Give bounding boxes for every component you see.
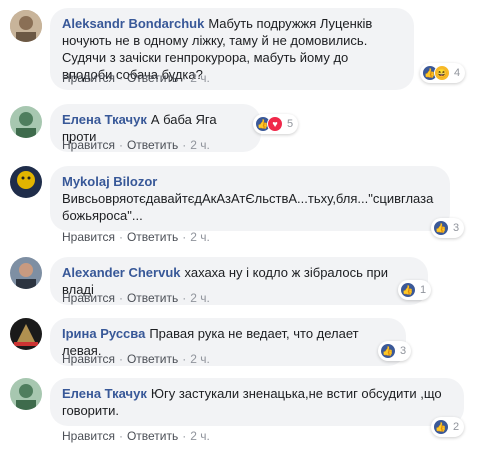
like-icon: 👍 [433,419,449,435]
separator: · [182,291,187,305]
like-link[interactable]: Нравится [62,138,115,152]
avatar[interactable] [10,378,42,410]
reactions-badge[interactable]: 👍 😆 4 [420,63,466,83]
like-link[interactable]: Нравится [62,352,115,366]
like-link[interactable]: Нравится [62,429,115,443]
reply-link[interactable]: Ответить [127,291,178,305]
timestamp[interactable]: 2 ч. [190,429,210,443]
separator: · [118,71,123,85]
reactions-badge[interactable]: 👍 3 [378,341,412,361]
timestamp[interactable]: 2 ч. [190,352,210,366]
comment-actions: Нравится · Ответить · 2 ч. [62,138,210,152]
reactions-badge[interactable]: 👍 1 [398,280,432,300]
comment-bubble: Елена Ткачук Югу застукали зненацька,не в… [50,378,464,426]
comment-author[interactable]: Aleksandr Bondarchuk [62,16,204,31]
separator: · [118,230,123,244]
like-icon: 👍 [380,343,396,359]
reply-link[interactable]: Ответить [127,429,178,443]
avatar[interactable] [10,318,42,350]
reactions-badge[interactable]: 👍 3 [431,218,465,238]
comment-author[interactable]: Елена Ткачук [62,112,147,127]
separator: · [182,71,187,85]
comment-text: ВивсьовряотєдавайтєдАкАзАтЄльствА...тьху… [62,191,434,223]
comment-actions: Нравится · Ответить · 2 ч. [62,429,210,443]
comment-author[interactable]: Елена Ткачук [62,386,147,401]
comment-actions: Нравится · Ответить · 2 ч. [62,291,210,305]
haha-icon: 😆 [434,65,450,81]
timestamp[interactable]: 2 ч. [190,291,210,305]
separator: · [118,352,123,366]
separator: · [182,230,187,244]
comment-author[interactable]: Ірина Руссва [62,326,145,341]
timestamp[interactable]: 2 ч. [190,138,210,152]
separator: · [118,138,123,152]
comment-actions: Нравится · Ответить · 2 ч. [62,230,210,244]
separator: · [118,429,123,443]
reactions-badge[interactable]: 👍 2 [431,417,465,437]
avatar[interactable] [10,257,42,289]
reactions-badge[interactable]: 👍 ♥ 5 [253,114,299,134]
comment-bubble: Mykolaj Bilozor ВивсьовряотєдавайтєдАкАзА… [50,166,450,231]
like-icon: 👍 [400,282,416,298]
like-icon: 👍 [433,220,449,236]
reaction-count: 2 [453,421,460,433]
comment-author[interactable]: Alexander Chervuk [62,265,181,280]
avatar[interactable] [10,166,42,198]
avatar[interactable] [10,106,42,138]
reply-link[interactable]: Ответить [127,138,178,152]
timestamp[interactable]: 2 ч. [190,71,210,85]
reply-link[interactable]: Ответить [127,352,178,366]
reaction-count: 1 [420,284,427,296]
reaction-count: 5 [287,118,294,130]
comment-actions: Нравится · Ответить · 2 ч. [62,352,210,366]
reaction-count: 3 [400,345,407,357]
separator: · [182,352,187,366]
reply-link[interactable]: Ответить [127,71,178,85]
comment-actions: Нравится · Ответить · 2 ч. [62,71,210,85]
separator: · [182,429,187,443]
like-link[interactable]: Нравится [62,291,115,305]
separator: · [182,138,187,152]
reply-link[interactable]: Ответить [127,230,178,244]
avatar[interactable] [10,10,42,42]
like-link[interactable]: Нравится [62,230,115,244]
comment-author[interactable]: Mykolaj Bilozor [62,173,434,190]
timestamp[interactable]: 2 ч. [190,230,210,244]
separator: · [118,291,123,305]
reaction-count: 4 [454,67,461,79]
reaction-count: 3 [453,222,460,234]
like-link[interactable]: Нравится [62,71,115,85]
love-icon: ♥ [267,116,283,132]
